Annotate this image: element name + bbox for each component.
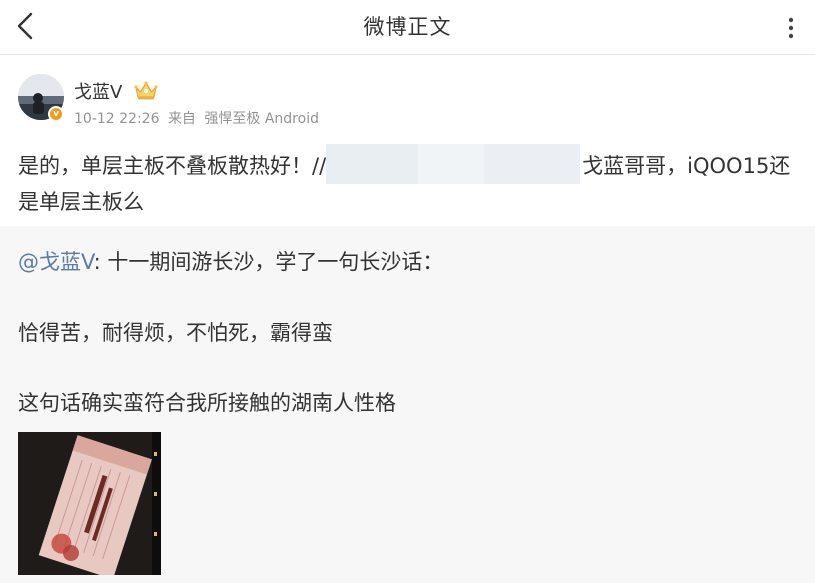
- repost-line-1-text: : 十一期间游长沙，学了一句长沙话：: [93, 250, 444, 274]
- mention-link[interactable]: @戈蓝V: [18, 250, 94, 274]
- verified-badge: v: [48, 106, 64, 122]
- post-text: 是的，单层主板不叠板散热好！//戈蓝哥哥，iQOO15还是单层主板么: [18, 144, 808, 220]
- repost-line-1: @戈蓝V: 十一期间游长沙，学了一句长沙话：: [18, 246, 443, 276]
- image-thumbnail[interactable]: [18, 432, 161, 575]
- repost-line-2: 恰得苦，耐得烦，不怕死，霸得蛮: [18, 321, 333, 345]
- post-source: 强悍至极 Android: [204, 111, 319, 127]
- post-text-part1: 是的，单层主板不叠板散热好！//: [18, 154, 327, 178]
- redacted-block: [484, 144, 581, 184]
- post-time: 10-12 22:26: [74, 111, 160, 127]
- more-options-button[interactable]: [777, 14, 805, 42]
- repost-line-3: 这句话确实蛮符合我所接触的湖南人性格: [18, 391, 396, 415]
- page-title: 微博正文: [363, 15, 452, 39]
- weibo-post: v 戈蓝V 10-12 22:26 来自 强悍至极 Android 是的，单层主…: [0, 56, 815, 226]
- author-name[interactable]: 戈蓝V: [74, 78, 122, 104]
- redacted-block: [326, 144, 419, 184]
- top-navigation-bar: 微博正文: [0, 0, 815, 55]
- source-prefix: 来自: [167, 111, 196, 127]
- reposted-content[interactable]: @戈蓝V: 十一期间游长沙，学了一句长沙话： 恰得苦，耐得烦，不怕死，霸得蛮 这…: [0, 226, 815, 583]
- more-dots-icon: [788, 17, 794, 39]
- redacted-block: [418, 144, 485, 184]
- post-meta: 10-12 22:26 来自 强悍至极 Android: [74, 108, 323, 128]
- crown-icon: [134, 81, 158, 100]
